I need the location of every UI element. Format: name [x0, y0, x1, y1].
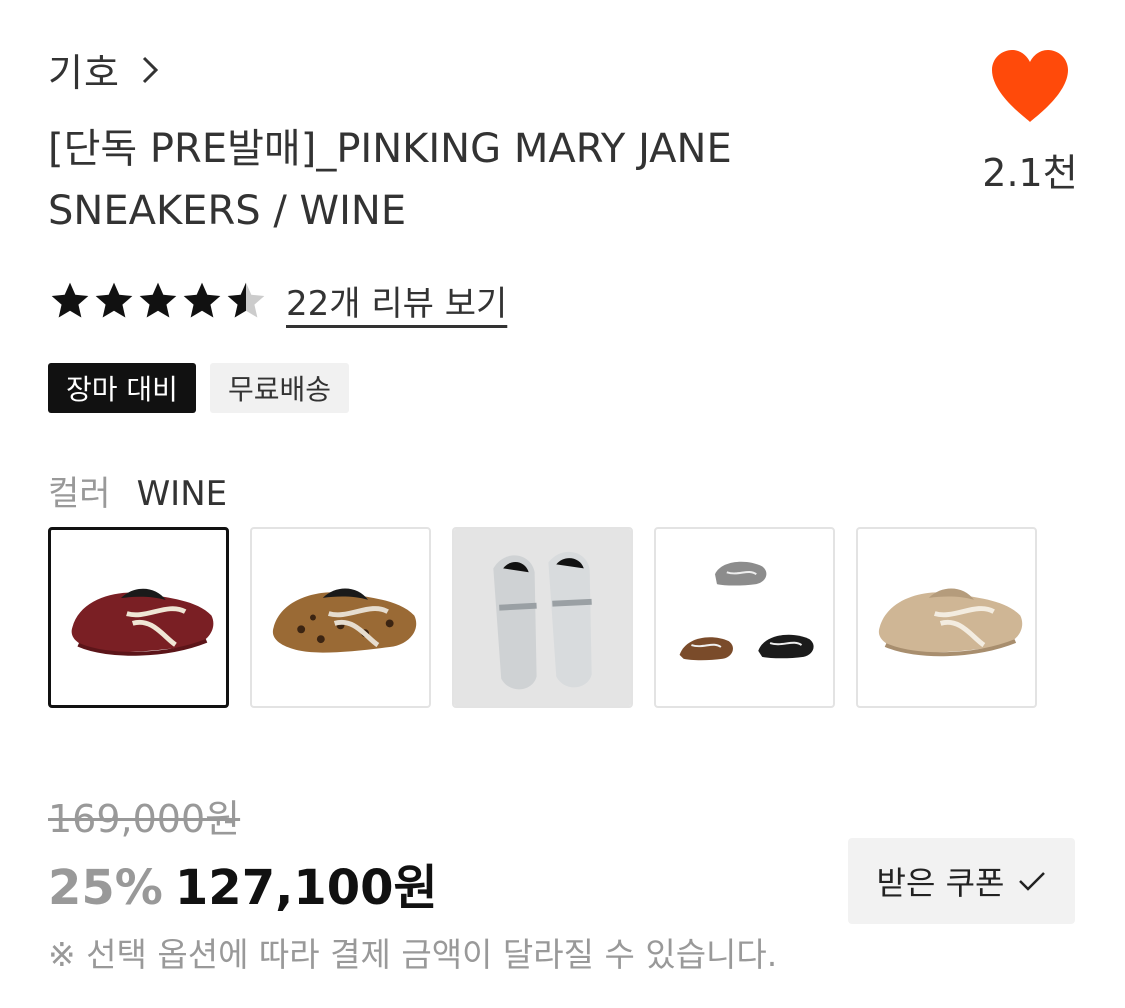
selected-color: WINE: [136, 474, 228, 514]
shoe-beige-image: [878, 588, 1023, 657]
star-icon: [95, 282, 133, 317]
color-option-leopard[interactable]: [250, 527, 431, 708]
product-title-line1: [단독 PRE발매]_PINKING MARY JANE: [48, 126, 732, 172]
original-price: 169,000원: [48, 797, 241, 841]
product-title: [단독 PRE발매]_PINKING MARY JANE SNEAKERS / …: [48, 118, 808, 242]
chevron-right-icon: [142, 56, 158, 83]
color-option-beige[interactable]: [856, 527, 1037, 708]
price-row: 25% 127,100원: [48, 848, 438, 918]
shoe-wine-image: [71, 588, 214, 656]
like-button[interactable]: 2.1천: [980, 48, 1080, 197]
shoe-leopard-image: [272, 588, 417, 653]
color-option-multi[interactable]: [654, 527, 835, 708]
price-notice: ※ 선택 옵션에 따라 결제 금액이 달라질 수 있습니다.: [48, 935, 778, 974]
color-option-wine[interactable]: [48, 527, 229, 708]
check-icon: [1019, 872, 1046, 891]
rating-row: 22개 리뷰 보기: [48, 276, 507, 325]
product-title-line2: SNEAKERS / WINE: [48, 188, 407, 234]
like-count: 2.1천: [982, 151, 1078, 195]
badge-list: 장마 대비 무료배송: [48, 363, 349, 413]
star-icon: [183, 282, 221, 317]
discount-rate: 25%: [48, 860, 163, 916]
shoe-multi-image: [679, 561, 814, 661]
coupon-button[interactable]: 받은 쿠폰: [848, 838, 1075, 924]
reviews-link[interactable]: 22개 리뷰 보기: [286, 276, 507, 325]
heart-icon: [992, 50, 1068, 122]
shoe-silver-image: [454, 529, 631, 706]
color-label: 컬러: [48, 474, 111, 514]
brand-name: 기호: [48, 51, 120, 95]
color-option-silver[interactable]: [452, 527, 633, 708]
rainy-season-badge: 장마 대비: [48, 363, 196, 413]
color-options: [48, 527, 1037, 708]
coupon-label: 받은 쿠폰: [876, 864, 1005, 902]
free-shipping-badge: 무료배송: [209, 363, 349, 413]
color-row: 컬러 WINE: [48, 466, 227, 515]
brand-link[interactable]: 기호: [48, 42, 158, 97]
star-icon: [51, 282, 89, 317]
star-rating: [48, 279, 268, 323]
star-icon: [139, 282, 177, 317]
star-half-icon: [227, 282, 265, 317]
final-price: 127,100원: [174, 860, 438, 916]
